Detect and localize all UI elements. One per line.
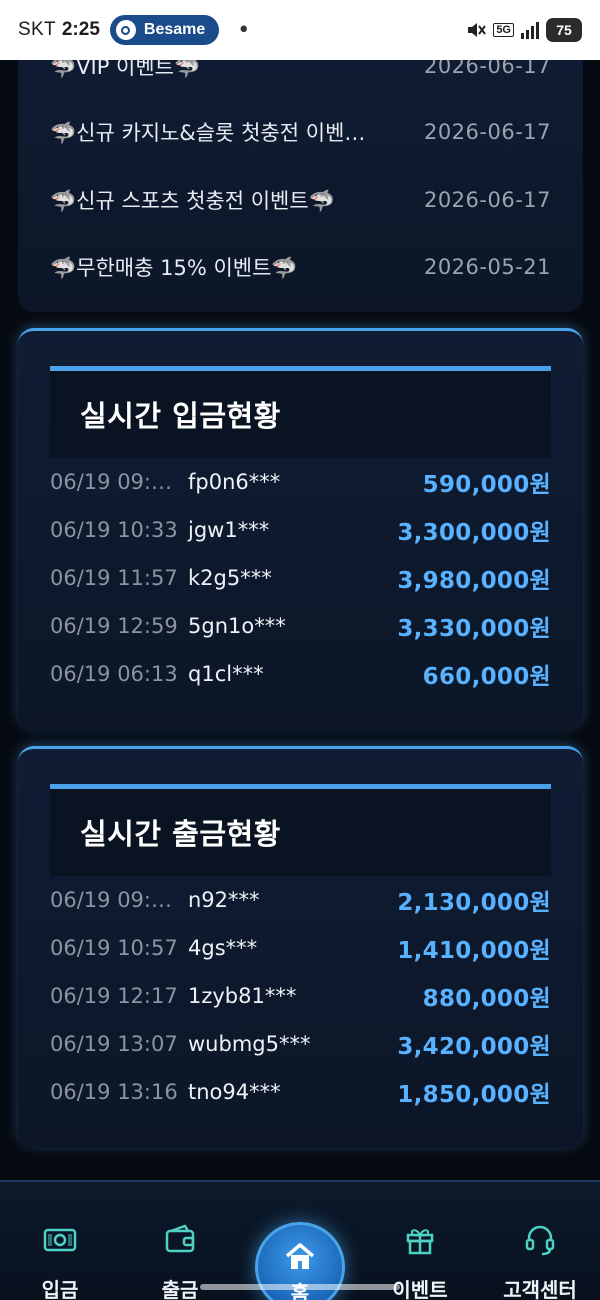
event-date: 2026-06-17 (423, 188, 551, 212)
tx-amount: 1,410,000원 (397, 938, 551, 964)
section-title: 실시간 입금현황 (80, 399, 281, 433)
signal-icon (520, 20, 540, 40)
tx-amount: 3,300,000원 (397, 520, 551, 546)
network-5g-icon: 5G (493, 23, 514, 37)
events-card: 🦈VIP 이벤트🦈 2026-06-17 🦈신규 카지노&슬롯 첫충전 이벤… … (18, 30, 583, 312)
event-date: 2026-05-21 (423, 255, 551, 279)
event-title: 🦈신규 카지노&슬롯 첫충전 이벤… (50, 121, 366, 145)
tx-amount: 590,000원 (422, 472, 551, 498)
tx-user: n92*** (188, 888, 260, 912)
tx-time: 06/19 10:33 (50, 518, 178, 542)
tx-amount: 3,980,000원 (397, 568, 551, 594)
deposit-row: 06/19 12:59 5gn1o*** 3,330,000원 (50, 606, 551, 646)
withdraw-row: 06/19 12:17 1zyb81*** 880,000원 (50, 976, 551, 1016)
event-title: 🦈무한매충 15% 이벤트🦈 (50, 256, 298, 280)
deposit-row: 06/19 11:57 k2g5*** 3,980,000원 (50, 558, 551, 598)
tx-amount: 2,130,000원 (397, 890, 551, 916)
tx-time: 06/19 10:57 (50, 936, 178, 960)
tx-user: wubmg5*** (188, 1032, 311, 1056)
section-title: 실시간 출금현황 (80, 817, 281, 851)
tx-user: 1zyb81*** (188, 984, 297, 1008)
nav-deposit[interactable]: 입금 (10, 1222, 110, 1300)
battery-icon: 75 (546, 18, 582, 42)
app-indicator-pill[interactable]: Besame (109, 15, 220, 45)
tx-amount: 3,420,000원 (397, 1034, 551, 1060)
tx-user: 4gs*** (188, 936, 258, 960)
tx-time: 06/19 12:17 (50, 984, 178, 1008)
withdraw-row: 06/19 13:07 wubmg5*** 3,420,000원 (50, 1024, 551, 1064)
event-title: 🦈신규 스포츠 첫충전 이벤트🦈 (50, 189, 335, 213)
clock: 2:25 (61, 19, 100, 40)
realtime-withdraw-card: 실시간 출금현황 06/19 09:… n92*** 2,130,000원 06… (18, 746, 583, 1148)
home-icon (258, 1239, 342, 1275)
status-bar: SKT 2:25 Besame • 5G 75 (0, 0, 600, 60)
deposit-row: 06/19 06:13 q1cl*** 660,000원 (50, 654, 551, 694)
wallet-icon (130, 1222, 230, 1258)
tx-time: 06/19 13:16 (50, 1080, 178, 1104)
withdraw-row: 06/19 10:57 4gs*** 1,410,000원 (50, 928, 551, 968)
event-item[interactable]: 🦈신규 카지노&슬롯 첫충전 이벤… 2026-06-17 (50, 112, 551, 152)
tx-time: 06/19 09:… (50, 888, 172, 912)
nav-label: 고객센터 (503, 1278, 577, 1300)
event-item[interactable]: 🦈신규 스포츠 첫충전 이벤트🦈 2026-06-17 (50, 180, 551, 220)
carrier-label: SKT (18, 19, 56, 40)
tx-user: 5gn1o*** (188, 614, 286, 638)
tx-amount: 660,000원 (422, 664, 551, 690)
headset-icon (490, 1222, 590, 1258)
network-label: 5G (493, 23, 514, 37)
event-item[interactable]: 🦈무한매충 15% 이벤트🦈 2026-05-21 (50, 247, 551, 287)
section-header: 실시간 출금현황 (50, 784, 551, 876)
tx-amount: 1,850,000원 (397, 1082, 551, 1108)
tx-user: k2g5*** (188, 566, 272, 590)
tx-user: fp0n6*** (188, 470, 281, 494)
tx-user: tno94*** (188, 1080, 281, 1104)
mute-icon (465, 19, 487, 41)
tx-time: 06/19 09:… (50, 470, 172, 494)
app-indicator-label: Besame (143, 21, 206, 38)
tx-amount: 880,000원 (422, 986, 551, 1012)
record-icon (115, 20, 136, 40)
nav-support[interactable]: 고객센터 (490, 1222, 590, 1300)
section-header: 실시간 입금현황 (50, 366, 551, 458)
tx-user: q1cl*** (188, 662, 264, 686)
deposit-row: 06/19 09:… fp0n6*** 590,000원 (50, 462, 551, 502)
tx-user: jgw1*** (188, 518, 270, 542)
tx-time: 06/19 06:13 (50, 662, 178, 686)
tx-time: 06/19 13:07 (50, 1032, 178, 1056)
nav-label: 입금 (41, 1278, 79, 1300)
tx-amount: 3,330,000원 (397, 616, 551, 642)
withdraw-row: 06/19 13:16 tno94*** 1,850,000원 (50, 1072, 551, 1112)
gift-icon (370, 1222, 470, 1258)
tx-time: 06/19 11:57 (50, 566, 178, 590)
withdraw-row: 06/19 09:… n92*** 2,130,000원 (50, 880, 551, 920)
gesture-bar[interactable] (200, 1284, 400, 1290)
event-date: 2026-06-17 (423, 120, 551, 144)
deposit-row: 06/19 10:33 jgw1*** 3,300,000원 (50, 510, 551, 550)
realtime-deposit-card: 실시간 입금현황 06/19 09:… fp0n6*** 590,000원 06… (18, 328, 583, 730)
notification-dot: • (237, 17, 251, 43)
tx-time: 06/19 12:59 (50, 614, 178, 638)
cash-icon (10, 1222, 110, 1258)
